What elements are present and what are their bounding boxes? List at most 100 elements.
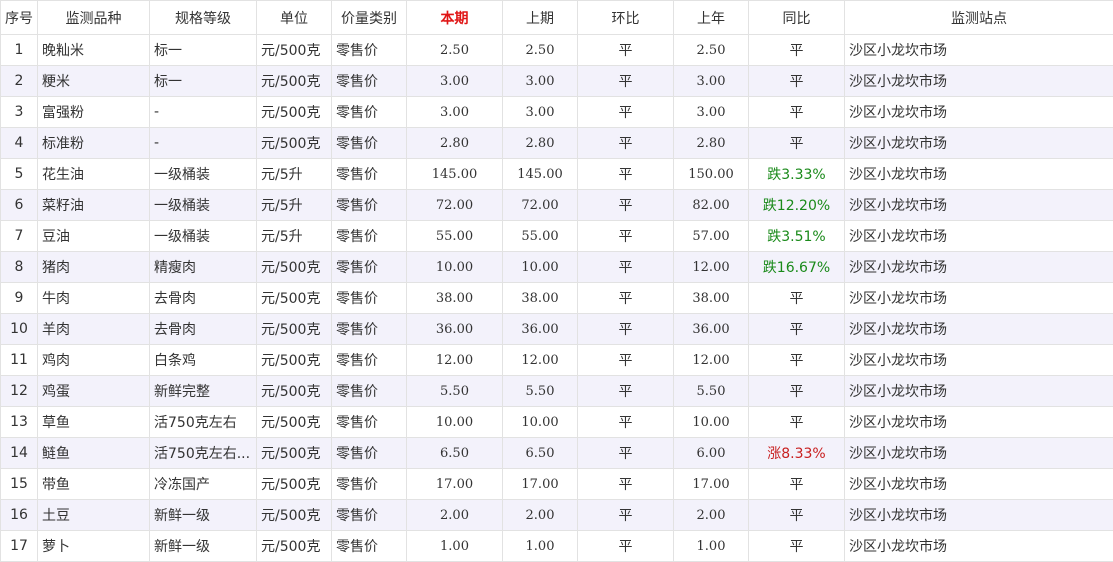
cell-item: 猪肉 <box>37 251 150 283</box>
cell-previous: 55.00 <box>502 220 578 252</box>
cell-last-year: 2.80 <box>673 127 749 159</box>
cell-unit: 元/500克 <box>256 437 332 469</box>
cell-spec: 标一 <box>149 65 257 97</box>
cell-item: 鸡肉 <box>37 344 150 376</box>
cell-mom: 平 <box>577 96 674 128</box>
cell-category: 零售价 <box>331 189 407 221</box>
cell-station: 沙区小龙坎市场 <box>844 406 1113 438</box>
cell-spec: 一级桶装 <box>149 158 257 190</box>
header-current: 本期 <box>406 0 503 35</box>
cell-previous: 2.00 <box>502 499 578 531</box>
cell-previous: 145.00 <box>502 158 578 190</box>
cell-current: 72.00 <box>406 189 503 221</box>
cell-no: 17 <box>0 530 38 562</box>
cell-no: 9 <box>0 282 38 314</box>
cell-unit: 元/500克 <box>256 344 332 376</box>
cell-station: 沙区小龙坎市场 <box>844 344 1113 376</box>
cell-previous: 17.00 <box>502 468 578 500</box>
cell-unit: 元/500克 <box>256 530 332 562</box>
cell-last-year: 17.00 <box>673 468 749 500</box>
cell-current: 10.00 <box>406 406 503 438</box>
cell-unit: 元/500克 <box>256 127 332 159</box>
cell-previous: 72.00 <box>502 189 578 221</box>
cell-yoy-down: 跌3.51% <box>748 220 845 252</box>
table-row: 12 鸡蛋 新鲜完整 元/500克 零售价 5.50 5.50 平 5.50 平沙区小龙坎市场 <box>0 375 1113 407</box>
cell-category: 零售价 <box>331 530 407 562</box>
cell-category: 零售价 <box>331 406 407 438</box>
cell-mom: 平 <box>577 189 674 221</box>
cell-item: 富强粉 <box>37 96 150 128</box>
cell-spec: 去骨肉 <box>149 282 257 314</box>
cell-current: 38.00 <box>406 282 503 314</box>
cell-category: 零售价 <box>331 437 407 469</box>
cell-item: 土豆 <box>37 499 150 531</box>
cell-item: 草鱼 <box>37 406 150 438</box>
table-row: 3 富强粉 - 元/500克 零售价 3.00 3.00 平 3.00 平沙区小龙坎市场 <box>0 96 1113 128</box>
cell-no: 1 <box>0 34 38 66</box>
cell-spec: 活750克左右... <box>149 437 257 469</box>
cell-current: 1.00 <box>406 530 503 562</box>
cell-no: 4 <box>0 127 38 159</box>
cell-mom: 平 <box>577 499 674 531</box>
cell-previous: 36.00 <box>502 313 578 345</box>
cell-current: 12.00 <box>406 344 503 376</box>
cell-item: 豆油 <box>37 220 150 252</box>
table-row: 15 带鱼 冷冻国产 元/500克 零售价 17.00 17.00 平 17.00 平沙区小龙坎市… <box>0 468 1113 500</box>
cell-station: 沙区小龙坎市场 <box>844 437 1113 469</box>
table-row: 11 鸡肉 白条鸡 元/500克 零售价 12.00 12.00 平 12.00 平沙区小龙坎市场 <box>0 344 1113 376</box>
table-row: 1 晚籼米 标一 元/500克 零售价 2.50 2.50 平 2.50 平沙区小龙坎市场 <box>0 34 1113 66</box>
cell-station: 沙区小龙坎市场 <box>844 251 1113 283</box>
cell-category: 零售价 <box>331 34 407 66</box>
cell-last-year: 5.50 <box>673 375 749 407</box>
cell-spec: 一级桶装 <box>149 189 257 221</box>
cell-yoy-flat: 平 <box>748 96 845 128</box>
cell-category: 零售价 <box>331 96 407 128</box>
cell-item: 羊肉 <box>37 313 150 345</box>
cell-station: 沙区小龙坎市场 <box>844 220 1113 252</box>
table-row: 9 牛肉 去骨肉 元/500克 零售价 38.00 38.00 平 38.00 平沙区小龙坎市场 <box>0 282 1113 314</box>
cell-unit: 元/500克 <box>256 313 332 345</box>
cell-station: 沙区小龙坎市场 <box>844 499 1113 531</box>
cell-unit: 元/5升 <box>256 189 332 221</box>
cell-last-year: 2.50 <box>673 34 749 66</box>
cell-current: 6.50 <box>406 437 503 469</box>
cell-category: 零售价 <box>331 313 407 345</box>
cell-no: 12 <box>0 375 38 407</box>
cell-yoy-flat: 平 <box>748 406 845 438</box>
cell-mom: 平 <box>577 313 674 345</box>
cell-station: 沙区小龙坎市场 <box>844 468 1113 500</box>
cell-no: 10 <box>0 313 38 345</box>
cell-yoy-flat: 平 <box>748 468 845 500</box>
table-row: 5 花生油 一级桶装 元/5升 零售价 145.00 145.00 平 150.00 跌3.33%… <box>0 158 1113 190</box>
cell-no: 11 <box>0 344 38 376</box>
cell-category: 零售价 <box>331 468 407 500</box>
cell-mom: 平 <box>577 344 674 376</box>
cell-spec: 一级桶装 <box>149 220 257 252</box>
cell-spec: 白条鸡 <box>149 344 257 376</box>
cell-mom: 平 <box>577 34 674 66</box>
cell-last-year: 3.00 <box>673 65 749 97</box>
cell-unit: 元/500克 <box>256 406 332 438</box>
cell-spec: - <box>149 127 257 159</box>
cell-station: 沙区小龙坎市场 <box>844 34 1113 66</box>
cell-last-year: 2.00 <box>673 499 749 531</box>
cell-current: 2.80 <box>406 127 503 159</box>
cell-category: 零售价 <box>331 158 407 190</box>
cell-no: 14 <box>0 437 38 469</box>
cell-previous: 1.00 <box>502 530 578 562</box>
cell-item: 晚籼米 <box>37 34 150 66</box>
cell-item: 鲢鱼 <box>37 437 150 469</box>
cell-item: 粳米 <box>37 65 150 97</box>
cell-no: 5 <box>0 158 38 190</box>
cell-mom: 平 <box>577 468 674 500</box>
cell-mom: 平 <box>577 437 674 469</box>
cell-previous: 38.00 <box>502 282 578 314</box>
header-previous: 上期 <box>502 0 578 35</box>
cell-station: 沙区小龙坎市场 <box>844 375 1113 407</box>
cell-mom: 平 <box>577 406 674 438</box>
cell-no: 7 <box>0 220 38 252</box>
cell-category: 零售价 <box>331 65 407 97</box>
cell-item: 萝卜 <box>37 530 150 562</box>
cell-mom: 平 <box>577 158 674 190</box>
cell-spec: 新鲜完整 <box>149 375 257 407</box>
